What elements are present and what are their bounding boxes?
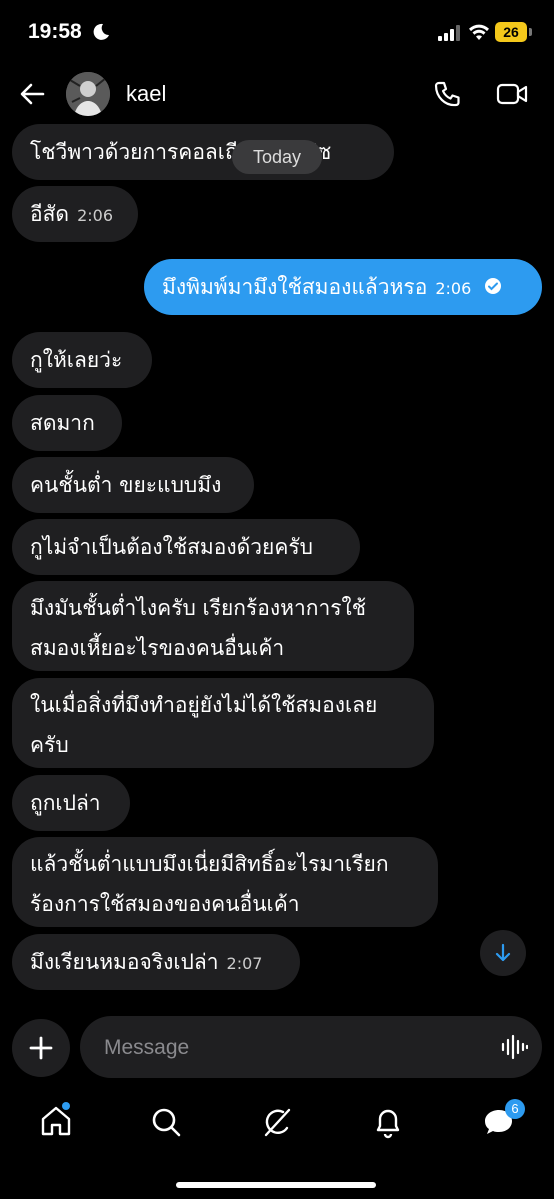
message-text: มึงพิมพ์มามึงใช้สมองแล้วหรอ xyxy=(162,275,428,299)
message-time: 2:06 xyxy=(77,206,114,225)
read-check-icon xyxy=(484,278,501,294)
message-text-line2: ครับ xyxy=(30,733,69,757)
plus-icon xyxy=(29,1036,53,1060)
avatar-image xyxy=(66,72,110,116)
scroll-to-bottom-button[interactable] xyxy=(480,930,526,976)
message-bubble-incoming[interactable]: มึงเรียนหมอจริงเปล่า 2:07 xyxy=(12,934,300,990)
message-bubble-outgoing[interactable]: มึงพิมพ์มามึงใช้สมองแล้วหรอ 2:06 xyxy=(144,259,542,315)
moon-icon xyxy=(93,23,109,40)
status-bar: 19:58 26 xyxy=(0,0,554,66)
message-text-line2: ร้องการใช้สมองของคนอื่นเค้า xyxy=(30,892,300,916)
message-time: 2:07 xyxy=(226,954,263,973)
phone-call-icon[interactable] xyxy=(432,80,462,110)
message-bubble-incoming[interactable]: ในเมื่อสิ่งที่มึงทำอยู่ยังไม่ได้ใช้สมองเ… xyxy=(12,678,434,768)
message-text: สดมาก xyxy=(30,411,95,435)
message-bubble-incoming[interactable]: โชวีพาวด้วยการคอลเถียงโยกเปซ xyxy=(12,124,394,180)
notifications-bell-icon[interactable] xyxy=(368,1102,408,1142)
contact-name[interactable]: kael xyxy=(126,81,166,107)
message-text: คนชั้นต่ำ ขยะแบบมึง xyxy=(30,473,222,497)
messages-badge: 6 xyxy=(505,1099,525,1119)
grok-icon[interactable] xyxy=(257,1102,297,1142)
home-indicator xyxy=(176,1182,376,1188)
message-input[interactable] xyxy=(102,1030,486,1066)
message-bubble-incoming[interactable]: สดมาก xyxy=(12,395,122,451)
message-bubble-incoming[interactable]: กูให้เลยว่ะ xyxy=(12,332,152,388)
message-text: อีสัด xyxy=(30,202,70,226)
message-text: กูให้เลยว่ะ xyxy=(30,348,123,372)
message-bubble-incoming[interactable]: มึงมันชั้นต่ำไงครับ เรียกร้องหาการใช้ สม… xyxy=(12,581,414,671)
arrow-down-icon xyxy=(495,943,511,962)
message-text: มึงเรียนหมอจริงเปล่า xyxy=(30,950,219,974)
avatar[interactable] xyxy=(66,72,110,116)
battery-indicator: 26 xyxy=(495,22,527,42)
add-attachment-button[interactable] xyxy=(12,1019,70,1077)
battery-tip xyxy=(529,28,532,36)
message-time: 2:06 xyxy=(435,279,472,298)
message-bubble-incoming[interactable]: อีสัด 2:06 xyxy=(12,186,138,242)
message-text: ถูกเปล่า xyxy=(30,791,101,815)
message-bubble-incoming[interactable]: กูไม่จำเป็นต้องใช้สมองด้วยครับ xyxy=(12,519,360,575)
wifi-icon xyxy=(469,24,489,40)
message-text: กูไม่จำเป็นต้องใช้สมองด้วยครับ xyxy=(30,535,314,559)
message-text-line2: สมองเหี้ยอะไรของคนอื่นเค้า xyxy=(30,636,285,660)
tab-bar xyxy=(0,1090,554,1160)
message-composer xyxy=(80,1016,542,1078)
back-arrow-icon[interactable] xyxy=(18,80,46,108)
status-time: 19:58 xyxy=(28,20,82,43)
message-text: มึงมันชั้นต่ำไงครับ เรียกร้องหาการใช้ xyxy=(30,596,367,620)
date-divider: Today xyxy=(232,140,322,174)
voice-message-icon[interactable] xyxy=(500,1033,528,1061)
home-icon[interactable] xyxy=(36,1102,76,1142)
video-call-icon[interactable] xyxy=(496,82,528,106)
message-bubble-incoming[interactable]: แล้วชั้นต่ำแบบมึงเนี่ยมีสิทธิ์อะไรมาเรีย… xyxy=(12,837,438,927)
message-bubble-incoming[interactable]: ถูกเปล่า xyxy=(12,775,130,831)
cellular-signal-icon xyxy=(438,25,460,41)
home-unread-dot xyxy=(62,1102,70,1110)
chat-header: kael xyxy=(0,66,554,124)
message-text: ในเมื่อสิ่งที่มึงทำอยู่ยังไม่ได้ใช้สมองเ… xyxy=(30,693,378,717)
search-icon[interactable] xyxy=(146,1102,186,1142)
message-text: แล้วชั้นต่ำแบบมึงเนี่ยมีสิทธิ์อะไรมาเรีย… xyxy=(30,852,389,876)
message-bubble-incoming[interactable]: คนชั้นต่ำ ขยะแบบมึง xyxy=(12,457,254,513)
